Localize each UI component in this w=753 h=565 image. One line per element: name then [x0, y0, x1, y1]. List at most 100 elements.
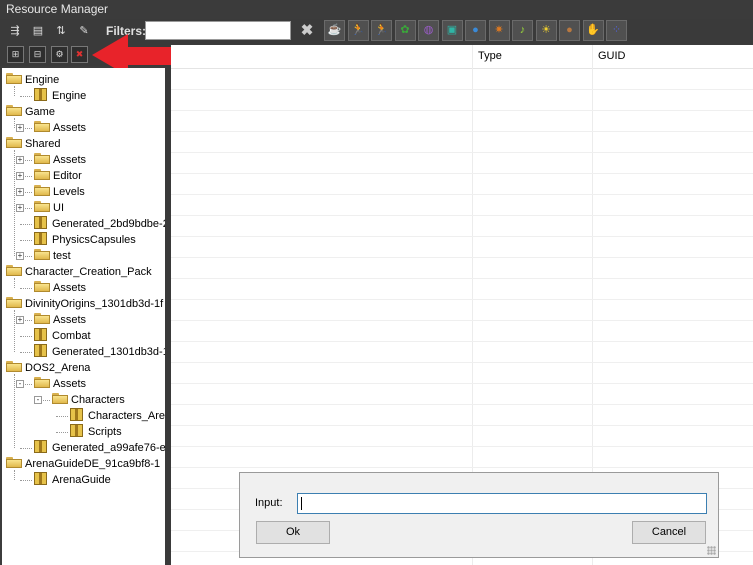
tree-node-label: Assets	[53, 154, 87, 166]
input-label: Input:	[255, 497, 283, 509]
sphere-icon[interactable]: ●	[465, 20, 486, 41]
all-types-icon[interactable]: ⁘	[606, 20, 627, 41]
expand-icon[interactable]: +	[16, 204, 24, 212]
grid-row[interactable]	[171, 362, 753, 363]
material-icon[interactable]: ✿	[394, 20, 416, 41]
cancel-button[interactable]: Cancel	[632, 521, 706, 544]
grid-row[interactable]	[171, 425, 753, 426]
grid-row[interactable]	[171, 404, 753, 405]
tree-folder-node[interactable]: UI	[34, 200, 64, 216]
tree-node-label: Assets	[53, 378, 87, 390]
column-header-name[interactable]	[171, 45, 472, 68]
tree-node-label: Generated_1301db3d-1	[52, 346, 165, 358]
text-caret	[301, 497, 302, 510]
tree-folder-node[interactable]: DivinityOrigins_1301db3d-1f	[6, 296, 163, 312]
save-package-icon[interactable]: ⊟	[29, 46, 46, 63]
grid-row[interactable]	[171, 173, 753, 174]
tree-node-label: Assets	[53, 282, 87, 294]
script-icon[interactable]: ✋	[582, 20, 604, 41]
tree-node-label: Assets	[53, 122, 87, 134]
expand-icon[interactable]: +	[16, 156, 24, 164]
tree-package-node[interactable]: Scripts	[70, 424, 122, 440]
grid-row[interactable]	[171, 152, 753, 153]
grid-row[interactable]	[171, 131, 753, 132]
grid-row[interactable]	[171, 299, 753, 300]
tree-folder-node[interactable]: Levels	[34, 184, 85, 200]
ok-button[interactable]: Ok	[256, 521, 330, 544]
list-view-icon[interactable]: ▤	[29, 22, 47, 40]
grid-row[interactable]	[171, 110, 753, 111]
resize-grip-icon[interactable]	[707, 546, 716, 555]
expand-icon[interactable]: +	[16, 172, 24, 180]
column-header-type[interactable]: Type	[472, 45, 592, 68]
tree-folder-node[interactable]: ArenaGuideDE_91ca9bf8-1	[6, 456, 160, 472]
grid-row[interactable]	[171, 341, 753, 342]
grid-row[interactable]	[171, 194, 753, 195]
pin-icon[interactable]: ✎	[75, 22, 93, 40]
tree-folder-node[interactable]: test	[34, 248, 71, 264]
tree-node-label: Game	[25, 106, 55, 118]
sort-icon[interactable]: ⇅	[52, 22, 70, 40]
grid-header: Type GUID	[171, 45, 753, 69]
tree-folder-node[interactable]: Assets	[34, 376, 86, 392]
tree-package-node[interactable]: Combat	[34, 328, 91, 344]
tree-package-node[interactable]: PhysicsCapsules	[34, 232, 136, 248]
tree-node-label: Scripts	[88, 426, 122, 438]
tree-folder-node[interactable]: Assets	[34, 152, 86, 168]
folder-icon	[6, 73, 22, 84]
expand-icon[interactable]: +	[16, 124, 24, 132]
tree-package-node[interactable]: Engine	[34, 88, 86, 104]
new-package-icon[interactable]: ⊞	[7, 46, 24, 63]
grid-row[interactable]	[171, 215, 753, 216]
light-icon[interactable]: ☀	[535, 20, 557, 41]
grid-row[interactable]	[171, 383, 753, 384]
tree-package-node[interactable]: Characters_Aren	[70, 408, 165, 424]
animation-icon[interactable]: 🏃	[347, 20, 369, 41]
expand-icon[interactable]: +	[16, 188, 24, 196]
tree-expand-icon[interactable]: ⇶	[6, 22, 24, 40]
tree-node-label: Levels	[53, 186, 85, 198]
grid-row[interactable]	[171, 467, 753, 468]
sound-icon[interactable]: ♪	[512, 20, 533, 41]
expand-icon[interactable]: +	[16, 316, 24, 324]
folder-icon	[34, 313, 50, 324]
grid-row[interactable]	[171, 236, 753, 237]
physics-icon[interactable]: ●	[559, 20, 580, 41]
tree-node-label: Character_Creation_Pack	[25, 266, 152, 278]
tree-connector	[20, 336, 32, 337]
window-title: Resource Manager	[0, 0, 753, 19]
tree-package-node[interactable]: ArenaGuide	[34, 472, 111, 488]
expand-icon[interactable]: +	[16, 252, 24, 260]
tree-package-node[interactable]: Generated_2bd9bdbe-2	[34, 216, 165, 232]
grid-row[interactable]	[171, 446, 753, 447]
dialog-input-field[interactable]	[297, 493, 707, 514]
tree-node-label: DOS2_Arena	[25, 362, 91, 374]
tree-folder-node[interactable]: Character_Creation_Pack	[6, 264, 152, 280]
collapse-icon[interactable]: -	[16, 380, 24, 388]
tree-connector	[20, 96, 32, 97]
teapot-icon[interactable]: ☕	[324, 20, 345, 41]
tree-folder-node[interactable]: Editor	[34, 168, 82, 184]
column-header-guid[interactable]: GUID	[592, 45, 753, 68]
tree-node-label: Generated_2bd9bdbe-2	[52, 218, 165, 230]
grid-row[interactable]	[171, 278, 753, 279]
texture-icon[interactable]: ◍	[418, 20, 439, 41]
tree-folder-node[interactable]: Assets	[34, 280, 86, 296]
tree-folder-node[interactable]: Assets	[34, 120, 86, 136]
tree-folder-node[interactable]: Characters	[52, 392, 125, 408]
grid-row[interactable]	[171, 257, 753, 258]
grid-row[interactable]	[171, 320, 753, 321]
tree-folder-node[interactable]: DOS2_Arena	[6, 360, 90, 376]
effect-icon[interactable]: ✷	[488, 20, 510, 41]
character-icon[interactable]: 🏃	[371, 20, 392, 41]
resource-tree[interactable]: Engine Engine Game Assets + Shared Assets + Edit…	[2, 68, 165, 565]
collapse-icon[interactable]: -	[34, 396, 42, 404]
settings-package-icon[interactable]: ⚙	[51, 46, 68, 63]
tree-package-node[interactable]: Generated_a99afe76-e	[34, 440, 165, 456]
folder-icon	[52, 393, 68, 404]
grid-row[interactable]	[171, 89, 753, 90]
model-icon[interactable]: ▣	[441, 20, 463, 41]
delete-package-icon[interactable]: ✖	[71, 46, 88, 63]
tree-folder-node[interactable]: Assets	[34, 312, 86, 328]
tree-package-node[interactable]: Generated_1301db3d-1	[34, 344, 165, 360]
